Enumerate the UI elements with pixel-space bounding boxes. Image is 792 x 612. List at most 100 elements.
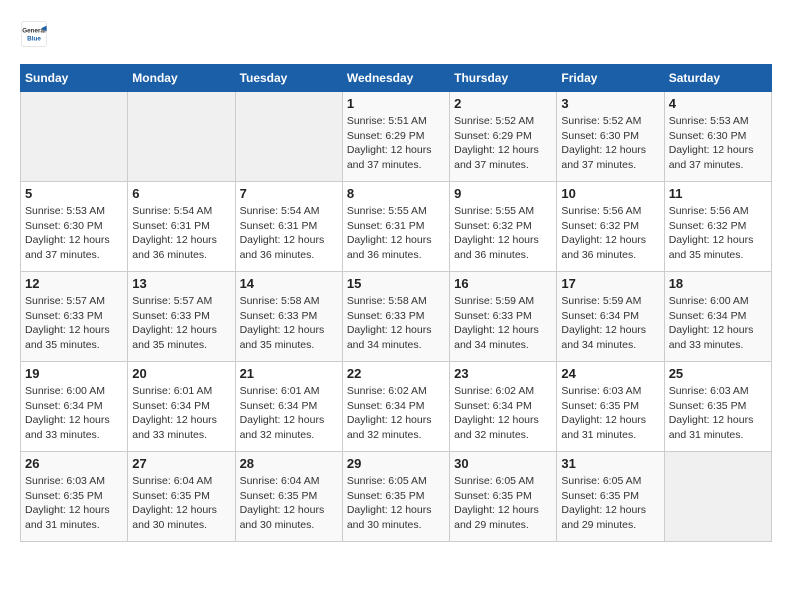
day-info: Sunrise: 5:58 AMSunset: 6:33 PMDaylight:… — [347, 294, 445, 353]
day-number: 2 — [454, 96, 552, 111]
day-info: Sunrise: 6:05 AMSunset: 6:35 PMDaylight:… — [454, 474, 552, 533]
day-info: Sunrise: 6:03 AMSunset: 6:35 PMDaylight:… — [561, 384, 659, 443]
day-info: Sunrise: 5:53 AMSunset: 6:30 PMDaylight:… — [25, 204, 123, 263]
week-row-3: 12 Sunrise: 5:57 AMSunset: 6:33 PMDayligh… — [21, 272, 772, 362]
day-info: Sunrise: 5:57 AMSunset: 6:33 PMDaylight:… — [25, 294, 123, 353]
calendar-cell: 30 Sunrise: 6:05 AMSunset: 6:35 PMDayligh… — [450, 452, 557, 542]
day-number: 24 — [561, 366, 659, 381]
weekday-header-row: SundayMondayTuesdayWednesdayThursdayFrid… — [21, 65, 772, 92]
day-info: Sunrise: 5:56 AMSunset: 6:32 PMDaylight:… — [669, 204, 767, 263]
day-info: Sunrise: 5:54 AMSunset: 6:31 PMDaylight:… — [132, 204, 230, 263]
calendar-cell: 27Sunrise: 6:04 AMSunset: 6:35 PMDayligh… — [128, 452, 235, 542]
calendar-cell: 12 Sunrise: 5:57 AMSunset: 6:33 PMDayligh… — [21, 272, 128, 362]
day-number: 14 — [240, 276, 338, 291]
day-info: Sunrise: 6:01 AMSunset: 6:34 PMDaylight:… — [240, 384, 338, 443]
day-number: 31 — [561, 456, 659, 471]
calendar-cell: 9 Sunrise: 5:55 AMSunset: 6:32 PMDaylight… — [450, 182, 557, 272]
day-number: 30 — [454, 456, 552, 471]
calendar-cell: 15 Sunrise: 5:58 AMSunset: 6:33 PMDayligh… — [342, 272, 449, 362]
day-info: Sunrise: 5:54 AMSunset: 6:31 PMDaylight:… — [240, 204, 338, 263]
calendar-cell: 18Sunrise: 6:00 AMSunset: 6:34 PMDayligh… — [664, 272, 771, 362]
calendar-cell: 8 Sunrise: 5:55 AMSunset: 6:31 PMDaylight… — [342, 182, 449, 272]
calendar-cell: 23 Sunrise: 6:02 AMSunset: 6:34 PMDayligh… — [450, 362, 557, 452]
week-row-2: 5 Sunrise: 5:53 AMSunset: 6:30 PMDaylight… — [21, 182, 772, 272]
day-info: Sunrise: 6:02 AMSunset: 6:34 PMDaylight:… — [454, 384, 552, 443]
weekday-header-monday: Monday — [128, 65, 235, 92]
day-number: 6 — [132, 186, 230, 201]
day-info: Sunrise: 6:03 AMSunset: 6:35 PMDaylight:… — [669, 384, 767, 443]
calendar-cell — [128, 92, 235, 182]
day-number: 25 — [669, 366, 767, 381]
calendar-cell: 10 Sunrise: 5:56 AMSunset: 6:32 PMDayligh… — [557, 182, 664, 272]
week-row-4: 19Sunrise: 6:00 AMSunset: 6:34 PMDayligh… — [21, 362, 772, 452]
calendar-cell — [664, 452, 771, 542]
weekday-header-wednesday: Wednesday — [342, 65, 449, 92]
day-info: Sunrise: 5:51 AMSunset: 6:29 PMDaylight:… — [347, 114, 445, 173]
calendar-cell — [235, 92, 342, 182]
logo: General Blue — [20, 20, 48, 48]
day-number: 15 — [347, 276, 445, 291]
calendar-cell: 24 Sunrise: 6:03 AMSunset: 6:35 PMDayligh… — [557, 362, 664, 452]
day-info: Sunrise: 5:52 AMSunset: 6:29 PMDaylight:… — [454, 114, 552, 173]
day-number: 9 — [454, 186, 552, 201]
day-number: 26 — [25, 456, 123, 471]
calendar-cell — [21, 92, 128, 182]
day-info: Sunrise: 6:04 AMSunset: 6:35 PMDaylight:… — [240, 474, 338, 533]
day-number: 23 — [454, 366, 552, 381]
day-number: 4 — [669, 96, 767, 111]
calendar-cell: 22Sunrise: 6:02 AMSunset: 6:34 PMDayligh… — [342, 362, 449, 452]
day-number: 22 — [347, 366, 445, 381]
calendar-cell: 29Sunrise: 6:05 AMSunset: 6:35 PMDayligh… — [342, 452, 449, 542]
day-number: 20 — [132, 366, 230, 381]
svg-text:Blue: Blue — [27, 35, 41, 42]
day-info: Sunrise: 6:05 AMSunset: 6:35 PMDaylight:… — [561, 474, 659, 533]
week-row-5: 26 Sunrise: 6:03 AMSunset: 6:35 PMDayligh… — [21, 452, 772, 542]
calendar-cell: 13 Sunrise: 5:57 AMSunset: 6:33 PMDayligh… — [128, 272, 235, 362]
weekday-header-thursday: Thursday — [450, 65, 557, 92]
day-info: Sunrise: 5:55 AMSunset: 6:32 PMDaylight:… — [454, 204, 552, 263]
calendar-cell: 7 Sunrise: 5:54 AMSunset: 6:31 PMDaylight… — [235, 182, 342, 272]
day-number: 1 — [347, 96, 445, 111]
calendar-cell: 19Sunrise: 6:00 AMSunset: 6:34 PMDayligh… — [21, 362, 128, 452]
calendar-cell: 1 Sunrise: 5:51 AMSunset: 6:29 PMDaylight… — [342, 92, 449, 182]
weekday-header-sunday: Sunday — [21, 65, 128, 92]
calendar-cell: 2 Sunrise: 5:52 AMSunset: 6:29 PMDaylight… — [450, 92, 557, 182]
calendar-cell: 20Sunrise: 6:01 AMSunset: 6:34 PMDayligh… — [128, 362, 235, 452]
calendar-cell: 5 Sunrise: 5:53 AMSunset: 6:30 PMDaylight… — [21, 182, 128, 272]
week-row-1: 1 Sunrise: 5:51 AMSunset: 6:29 PMDaylight… — [21, 92, 772, 182]
day-info: Sunrise: 6:00 AMSunset: 6:34 PMDaylight:… — [25, 384, 123, 443]
calendar-cell: 11Sunrise: 5:56 AMSunset: 6:32 PMDayligh… — [664, 182, 771, 272]
day-info: Sunrise: 5:57 AMSunset: 6:33 PMDaylight:… — [132, 294, 230, 353]
day-number: 12 — [25, 276, 123, 291]
calendar-cell: 21 Sunrise: 6:01 AMSunset: 6:34 PMDayligh… — [235, 362, 342, 452]
day-number: 13 — [132, 276, 230, 291]
day-number: 5 — [25, 186, 123, 201]
day-info: Sunrise: 6:04 AMSunset: 6:35 PMDaylight:… — [132, 474, 230, 533]
day-info: Sunrise: 5:53 AMSunset: 6:30 PMDaylight:… — [669, 114, 767, 173]
weekday-header-friday: Friday — [557, 65, 664, 92]
day-info: Sunrise: 6:03 AMSunset: 6:35 PMDaylight:… — [25, 474, 123, 533]
calendar-cell: 25 Sunrise: 6:03 AMSunset: 6:35 PMDayligh… — [664, 362, 771, 452]
day-number: 21 — [240, 366, 338, 381]
calendar-cell: 6 Sunrise: 5:54 AMSunset: 6:31 PMDaylight… — [128, 182, 235, 272]
calendar-cell: 14Sunrise: 5:58 AMSunset: 6:33 PMDayligh… — [235, 272, 342, 362]
calendar-cell: 31 Sunrise: 6:05 AMSunset: 6:35 PMDayligh… — [557, 452, 664, 542]
day-number: 16 — [454, 276, 552, 291]
day-number: 7 — [240, 186, 338, 201]
day-number: 10 — [561, 186, 659, 201]
day-info: Sunrise: 5:59 AMSunset: 6:33 PMDaylight:… — [454, 294, 552, 353]
day-info: Sunrise: 5:55 AMSunset: 6:31 PMDaylight:… — [347, 204, 445, 263]
calendar-cell: 26 Sunrise: 6:03 AMSunset: 6:35 PMDayligh… — [21, 452, 128, 542]
calendar-cell: 4 Sunrise: 5:53 AMSunset: 6:30 PMDaylight… — [664, 92, 771, 182]
logo-icon: General Blue — [20, 20, 48, 48]
weekday-header-tuesday: Tuesday — [235, 65, 342, 92]
day-info: Sunrise: 6:00 AMSunset: 6:34 PMDaylight:… — [669, 294, 767, 353]
day-info: Sunrise: 5:56 AMSunset: 6:32 PMDaylight:… — [561, 204, 659, 263]
day-number: 3 — [561, 96, 659, 111]
day-number: 8 — [347, 186, 445, 201]
day-info: Sunrise: 5:59 AMSunset: 6:34 PMDaylight:… — [561, 294, 659, 353]
weekday-header-saturday: Saturday — [664, 65, 771, 92]
day-info: Sunrise: 5:52 AMSunset: 6:30 PMDaylight:… — [561, 114, 659, 173]
page-header: General Blue — [20, 20, 772, 48]
calendar-cell: 16 Sunrise: 5:59 AMSunset: 6:33 PMDayligh… — [450, 272, 557, 362]
